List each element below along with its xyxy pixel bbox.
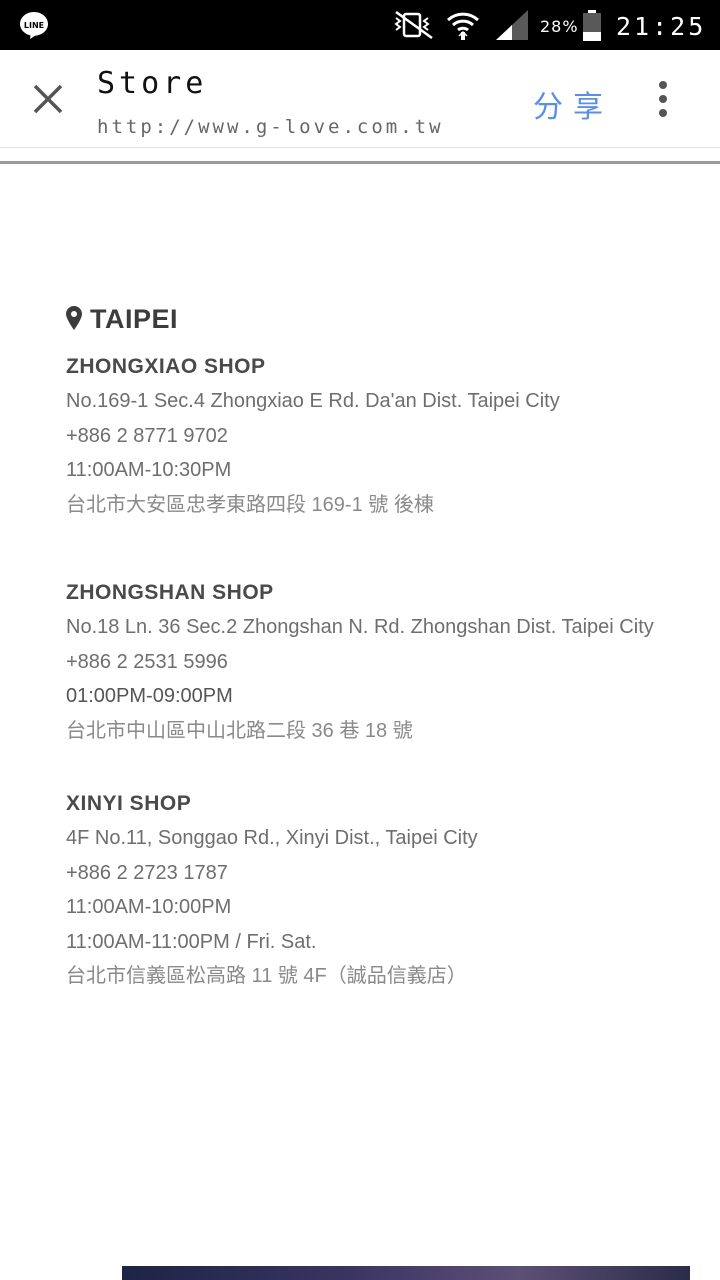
shop-address-chinese: 台北市大安區忠孝東路四段 169-1 號 後棟 (66, 493, 434, 516)
shop-hours: 11:00AM-10:00PM (66, 896, 232, 918)
shop-hours: 01:00PM-09:00PM (66, 685, 233, 707)
shop-hours: 11:00AM-10:30PM (66, 459, 232, 481)
city-name: TAIPEI (90, 304, 179, 334)
shop-name: ZHONGXIAO SHOP (66, 355, 266, 378)
shop-address: No.169-1 Sec.4 Zhongxiao E Rd. Da'an Dis… (66, 390, 560, 412)
shop-name: XINYI SHOP (66, 792, 192, 815)
page-divider (0, 161, 720, 164)
page-url: http://www.g-love.com.tw (97, 116, 444, 138)
shop-zhongxiao: ZHONGXIAO SHOP No.169-1 Sec.4 Zhongxiao … (66, 350, 720, 522)
status-bar: LINE 28% 21:25 (0, 0, 720, 50)
shop-xinyi: XINYI SHOP 4F No.11, Songgao Rd., Xinyi … (66, 787, 720, 994)
shop-zhongshan: ZHONGSHAN SHOP No.18 Ln. 36 Sec.2 Zhongs… (66, 576, 720, 748)
cell-signal-icon (496, 10, 528, 40)
shop-phone: +886 2 8771 9702 (66, 424, 228, 447)
shop-address-chinese: 台北市信義區松高路 11 號 4F（誠品信義店） (66, 965, 467, 987)
shop-phone: +886 2 2531 5996 (66, 650, 228, 673)
bottom-banner-image (122, 1266, 690, 1280)
battery-percent: 28% (540, 17, 579, 36)
share-button[interactable]: 分享 (533, 82, 613, 126)
location-pin-icon (66, 306, 82, 330)
shop-address-chinese: 台北市中山區中山北路二段 36 巷 18 號 (66, 719, 413, 742)
shop-phone: +886 2 2723 1787 (66, 861, 228, 884)
wifi-icon (446, 12, 480, 40)
more-options-icon[interactable] (648, 78, 678, 122)
svg-text:LINE: LINE (24, 21, 44, 30)
browser-toolbar: Store http://www.g-love.com.tw 分享 (0, 50, 720, 148)
shop-hours-weekend: 11:00AM-11:00PM / Fri. Sat. (66, 930, 317, 953)
shop-name: ZHONGSHAN SHOP (66, 581, 274, 604)
page-title: Store (97, 66, 208, 101)
shop-address: No.18 Ln. 36 Sec.2 Zhongshan N. Rd. Zhon… (66, 616, 654, 638)
close-icon[interactable] (22, 76, 74, 122)
line-app-icon: LINE (20, 12, 48, 39)
city-heading: TAIPEI (66, 304, 178, 335)
clock: 21:25 (616, 12, 707, 41)
vibrate-mute-icon (394, 10, 433, 40)
shop-address: 4F No.11, Songgao Rd., Xinyi Dist., Taip… (66, 827, 478, 849)
battery-icon (583, 10, 601, 41)
